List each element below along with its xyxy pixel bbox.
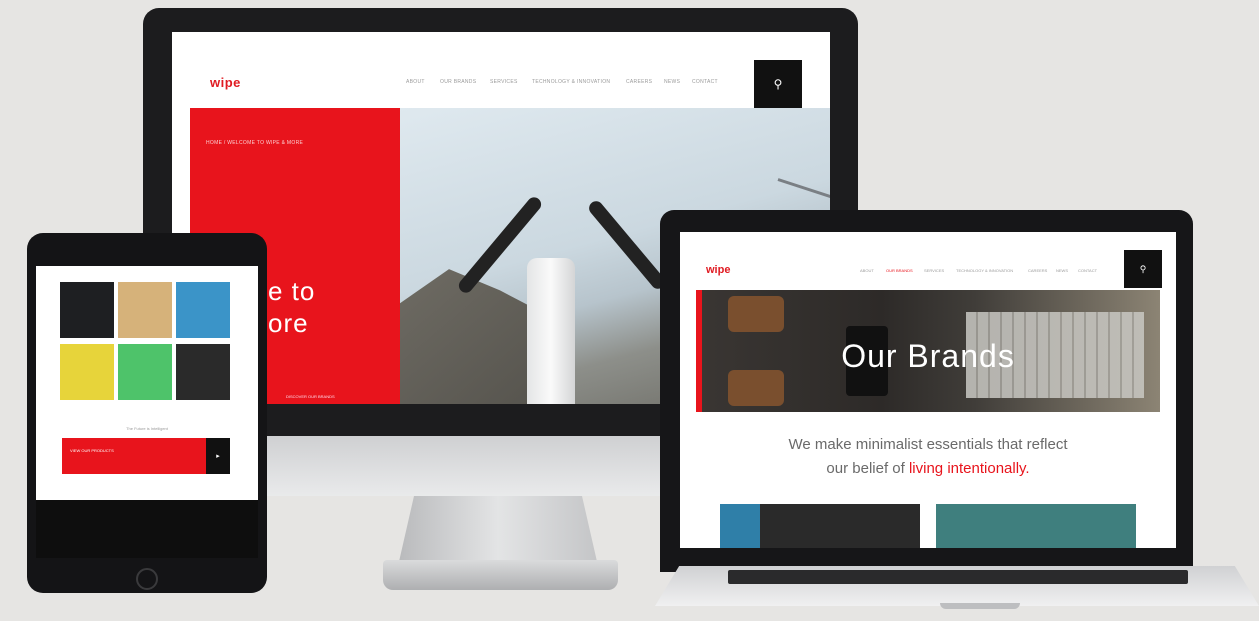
tagline-line2-prefix: our belief of bbox=[826, 460, 909, 477]
hero-footer-link[interactable]: DISCOVER OUR BRANDS bbox=[286, 394, 335, 399]
product-tile[interactable] bbox=[176, 282, 230, 338]
nav-link-our-brands[interactable]: OUR BRANDS bbox=[440, 79, 476, 85]
nav-link-services[interactable]: SERVICES bbox=[490, 79, 518, 85]
arrow-right-icon: ▸ bbox=[216, 453, 220, 460]
nav-link-our-brands[interactable]: OUR BRANDS bbox=[886, 268, 913, 273]
nav-link-about[interactable]: ABOUT bbox=[860, 268, 874, 273]
tablet-cta-arrow-button[interactable]: ▸ bbox=[206, 438, 230, 474]
tablet-home-button[interactable] bbox=[136, 568, 158, 590]
laptop-keyboard bbox=[728, 570, 1188, 584]
search-button[interactable]: ⚲ bbox=[1124, 250, 1162, 288]
brands-hero-banner: Our Brands bbox=[696, 290, 1160, 412]
desktop-logo[interactable]: wipe bbox=[210, 75, 241, 90]
nav-link-careers[interactable]: CAREERS bbox=[1028, 268, 1047, 273]
nav-link-news[interactable]: NEWS bbox=[664, 79, 680, 85]
hero-heading-line2: ore bbox=[268, 308, 309, 338]
desktop-monitor-base bbox=[383, 560, 618, 590]
nav-link-contact[interactable]: CONTACT bbox=[1078, 268, 1097, 273]
nav-link-about[interactable]: ABOUT bbox=[406, 79, 425, 85]
product-tile[interactable] bbox=[176, 344, 230, 400]
tablet-cta-label: VIEW OUR PRODUCTS bbox=[70, 448, 114, 453]
tagline-accent: living intentionally. bbox=[908, 460, 1030, 477]
search-button[interactable]: ⚲ bbox=[754, 60, 802, 108]
tablet-footer bbox=[36, 500, 258, 558]
page-title: Our Brands bbox=[841, 338, 1015, 374]
desktop-nav-bar: wipe ABOUT OUR BRANDS SERVICES TECHNOLOG… bbox=[172, 32, 830, 108]
product-tile[interactable] bbox=[118, 282, 172, 338]
tablet-cta-panel[interactable]: VIEW OUR PRODUCTS bbox=[62, 438, 206, 474]
laptop-notch bbox=[940, 603, 1020, 609]
hero-cup-photo bbox=[728, 370, 784, 406]
desktop-monitor-stand bbox=[398, 496, 598, 566]
tagline-line2: our belief of living intentionally. bbox=[680, 460, 1176, 477]
hero-cup-photo bbox=[728, 296, 784, 332]
tablet-caption: The Future is Intelligent bbox=[126, 426, 168, 431]
search-icon: ⚲ bbox=[1139, 263, 1147, 274]
laptop-logo[interactable]: wipe bbox=[706, 264, 730, 276]
nav-link-technology[interactable]: TECHNOLOGY & INNOVATION bbox=[956, 268, 1013, 273]
tablet-screen: The Future is Intelligent VIEW OUR PRODU… bbox=[36, 266, 258, 558]
breadcrumb: HOME / WELCOME TO WIPE & MORE bbox=[206, 140, 304, 146]
drone-body bbox=[527, 258, 575, 404]
brand-card[interactable] bbox=[720, 504, 920, 548]
product-tile[interactable] bbox=[118, 344, 172, 400]
laptop-screen: wipe ABOUT OUR BRANDS SERVICES TECHNOLOG… bbox=[680, 232, 1176, 548]
product-tile[interactable] bbox=[60, 344, 114, 400]
tagline-line1: We make minimalist essentials that refle… bbox=[788, 436, 1068, 453]
nav-link-services[interactable]: SERVICES bbox=[924, 268, 944, 273]
hero-heading-line1: e to bbox=[268, 276, 316, 306]
nav-link-contact[interactable]: CONTACT bbox=[692, 79, 718, 85]
search-icon: ⚲ bbox=[773, 77, 783, 91]
nav-link-careers[interactable]: CAREERS bbox=[626, 79, 652, 85]
nav-link-technology[interactable]: TECHNOLOGY & INNOVATION bbox=[532, 79, 610, 85]
brand-card[interactable] bbox=[936, 504, 1136, 548]
product-tile[interactable] bbox=[60, 282, 114, 338]
nav-link-news[interactable]: NEWS bbox=[1056, 268, 1068, 273]
